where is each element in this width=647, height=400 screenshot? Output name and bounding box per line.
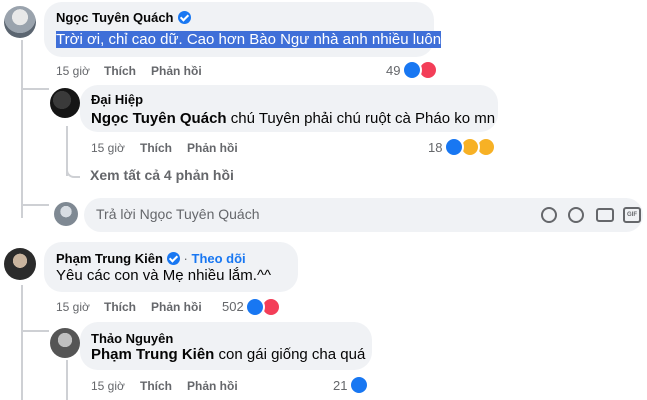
reply-button[interactable]: Phản hồi [187,379,238,393]
avatar[interactable] [4,248,36,280]
avatar[interactable] [50,88,80,118]
sticker-icon[interactable] [568,207,584,223]
comment-time[interactable]: 15 giờ [56,64,90,78]
thread-elbow [21,204,49,206]
view-more-replies[interactable] [66,168,80,178]
reply-button[interactable]: Phản hồi [151,300,202,314]
reply-author[interactable]: Thảo Nguyên [91,331,173,346]
comment-time[interactable]: 15 giờ [56,300,90,314]
like-button[interactable]: Thích [140,141,172,155]
comment-author[interactable]: Phạm Trung Kiên · Theo dõi [56,251,246,266]
reply-time[interactable]: 15 giờ [91,141,125,155]
comment-author[interactable]: Ngọc Tuyên Quách [56,10,191,25]
thread-line [21,285,23,400]
reaction-count[interactable]: 18 [428,140,442,155]
reaction-count[interactable]: 21 [333,378,347,393]
mention-link[interactable]: Phạm Trung Kiên [91,346,214,363]
like-button[interactable]: Thích [104,300,136,314]
reply-button[interactable]: Phản hồi [187,141,238,155]
reaction-count[interactable]: 49 [386,63,400,78]
verified-icon [177,11,191,24]
mention-link[interactable]: Ngọc Tuyên Quách [91,110,227,127]
avatar[interactable] [50,328,80,358]
reply-text: Phạm Trung Kiên con gái giống cha quá [91,346,366,363]
reply-time[interactable]: 15 giờ [91,379,125,393]
reply-input-placeholder[interactable]: Trả lời Ngọc Tuyên Quách [96,206,260,222]
comment-text: Yêu các con và Mẹ nhiều lắm.^^ [56,267,272,284]
view-more-label[interactable]: Xem tất cả 4 phản hồi [90,167,234,183]
reply-button[interactable]: Phản hồi [151,64,202,78]
like-icon[interactable] [349,375,369,395]
avatar[interactable] [4,6,36,38]
emoji-icon[interactable] [541,207,557,223]
camera-icon[interactable] [596,208,614,222]
like-button[interactable]: Thích [104,64,136,78]
reply-text: Ngọc Tuyên Quách chú Tuyên phải chú ruột… [91,110,496,127]
thread-line [66,360,68,400]
thread-elbow [21,330,49,332]
like-icon[interactable] [444,137,464,157]
comment-text: Trời ơi, chỉ cao dữ. Cao hơn Bào Ngư nhà… [56,31,442,48]
like-icon[interactable] [245,297,265,317]
separator: · [183,251,188,266]
thread-elbow [21,88,49,90]
reply-author[interactable]: Đại Hiệp [91,92,143,107]
like-icon[interactable] [402,60,422,80]
gif-icon[interactable]: GIF [623,207,641,223]
avatar [54,202,78,226]
verified-icon [166,252,180,265]
reaction-count[interactable]: 502 [222,299,244,314]
thread-line [21,40,23,218]
follow-button[interactable]: Theo dõi [192,251,246,266]
like-button[interactable]: Thích [140,379,172,393]
